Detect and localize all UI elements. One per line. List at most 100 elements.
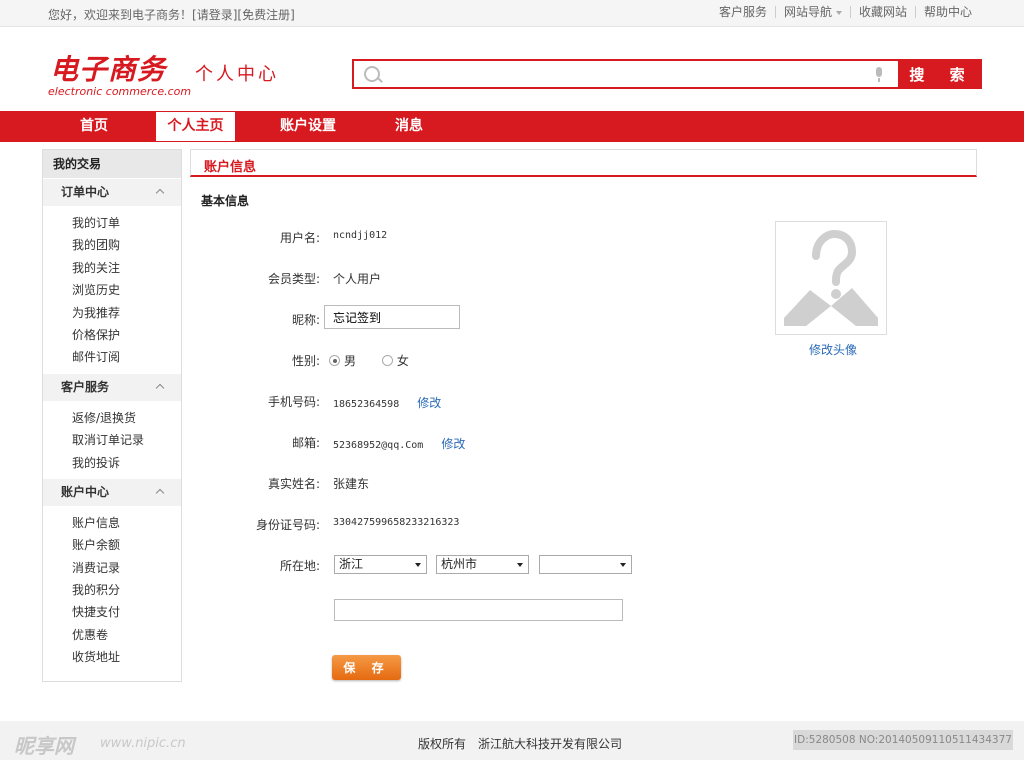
logo-subtitle: electronic commerce.com xyxy=(48,85,192,98)
field-label: 所在地: xyxy=(279,559,320,573)
avatar[interactable] xyxy=(775,221,887,335)
login-link[interactable]: [请登录] xyxy=(192,8,237,22)
sidebar-item-complaints[interactable]: 我的投诉 xyxy=(43,452,181,474)
field-username: 用户名: ncndjj012 xyxy=(190,225,790,249)
field-label: 真实姓名: xyxy=(267,477,320,491)
sidebar-group-service: 客户服务 返修/退换货 取消订单记录 我的投诉 xyxy=(43,373,181,478)
field-phone: 手机号码: 18652364598 修改 xyxy=(190,389,790,413)
chevron-up-icon[interactable] xyxy=(155,488,165,498)
sidebar-group-label: 订单中心 xyxy=(61,185,110,199)
sidebar-item-returns[interactable]: 返修/退换货 xyxy=(43,407,181,429)
microphone-icon[interactable] xyxy=(876,67,882,82)
sidebar: 我的交易 订单中心 我的订单 我的团购 我的关注 浏览历史 为我推荐 价格保护 … xyxy=(42,149,182,682)
sidebar-item-addresses[interactable]: 收货地址 xyxy=(43,646,181,668)
welcome-message: 您好，欢迎来到电子商务！ xyxy=(48,8,193,22)
watermark-url: www.nipic.cn xyxy=(100,736,186,751)
field-gender: 性别: 男 女 xyxy=(190,348,790,372)
panel-title: 账户信息 xyxy=(204,160,257,175)
nickname-input[interactable] xyxy=(324,305,460,329)
field-nickname: 昵称: xyxy=(190,307,790,331)
sidebar-item-following[interactable]: 我的关注 xyxy=(43,257,181,279)
field-member-type: 会员类型: 个人用户 xyxy=(190,266,790,290)
section-title: 基本信息 xyxy=(201,194,250,208)
gender-male-label: 男 xyxy=(344,354,357,368)
nav-item-personal-home[interactable]: 个人主页 xyxy=(156,112,235,141)
address-input[interactable] xyxy=(334,599,623,621)
change-avatar-link[interactable]: 修改头像 xyxy=(809,341,857,358)
sidebar-item-history[interactable]: 浏览历史 xyxy=(43,279,181,301)
watermark-brand: 昵享网 xyxy=(14,734,74,758)
province-select[interactable]: 浙江 xyxy=(334,555,427,574)
sidebar-group-account: 账户中心 账户信息 账户余额 消费记录 我的积分 快捷支付 优惠卷 收货地址 xyxy=(43,478,181,673)
field-real-name: 真实姓名: 张建东 xyxy=(190,471,790,495)
search-bar: 搜 索 xyxy=(352,59,982,89)
register-link[interactable]: [免费注册] xyxy=(237,8,294,22)
sidebar-item-mail-subscribe[interactable]: 邮件订阅 xyxy=(43,346,181,368)
phone-number: 18652364598 xyxy=(333,399,400,410)
radio-checked-icon[interactable] xyxy=(329,355,340,366)
chevron-up-icon[interactable] xyxy=(155,383,165,392)
top-link-customer-service[interactable]: 客户服务 xyxy=(711,6,775,18)
field-label: 用户名: xyxy=(279,231,320,245)
search-button[interactable]: 搜 索 xyxy=(898,59,982,89)
sidebar-item-price-protect[interactable]: 价格保护 xyxy=(43,324,181,346)
radio-unchecked-icon[interactable] xyxy=(381,355,393,366)
sidebar-item-spending[interactable]: 消费记录 xyxy=(43,557,181,579)
chevron-up-icon[interactable] xyxy=(155,188,165,198)
sidebar-title: 我的交易 xyxy=(43,150,181,178)
sidebar-group-orders: 订单中心 我的订单 我的团购 我的关注 浏览历史 为我推荐 价格保护 邮件订阅 xyxy=(43,179,181,373)
sidebar-item-my-orders[interactable]: 我的订单 xyxy=(43,212,181,234)
sidebar-item-account-info[interactable]: 账户信息 xyxy=(43,512,181,534)
top-link-favorites[interactable]: 收藏网站 xyxy=(849,6,915,18)
email-edit-link[interactable]: 修改 xyxy=(441,437,465,451)
sidebar-item-coupons[interactable]: 优惠卷 xyxy=(43,624,181,646)
sidebar-item-balance[interactable]: 账户余额 xyxy=(43,534,181,556)
save-button[interactable]: 保 存 xyxy=(332,655,401,680)
page-title: 个人中心 xyxy=(195,64,279,85)
sidebar-group-title[interactable]: 客户服务 xyxy=(43,373,181,401)
field-email: 邮箱: 52368952@qq.Com 修改 xyxy=(190,430,790,454)
member-type-value: 个人用户 xyxy=(333,272,382,286)
city-value: 杭州市 xyxy=(441,557,478,571)
top-link-help[interactable]: 帮助中心 xyxy=(914,6,980,18)
gender-options: 男 女 xyxy=(329,352,409,369)
copyright-text: 版权所有 浙江航大科技开发有限公司 xyxy=(418,737,623,751)
sidebar-item-quick-pay[interactable]: 快捷支付 xyxy=(43,601,181,623)
sidebar-item-points[interactable]: 我的积分 xyxy=(43,579,181,601)
gender-male-option[interactable]: 男 xyxy=(329,354,356,368)
sidebar-group-label: 账户中心 xyxy=(61,484,110,499)
email-value: 52368952@qq.Com 修改 xyxy=(333,435,465,452)
sidebar-item-group-buy[interactable]: 我的团购 xyxy=(43,234,181,256)
real-name-value: 张建东 xyxy=(333,477,370,491)
username-value: ncndjj012 xyxy=(333,230,388,241)
avatar-placeholder-icon xyxy=(784,229,878,326)
watermark-id: ID:5280508 NO:20140509110511434377 xyxy=(793,730,1013,750)
nav-item-account-settings[interactable]: 账户设置 xyxy=(268,111,348,142)
nav-item-messages[interactable]: 消息 xyxy=(380,111,438,142)
sidebar-item-cancelled-orders[interactable]: 取消订单记录 xyxy=(43,429,181,451)
chevron-down-icon xyxy=(835,10,842,15)
welcome-text: 您好，欢迎来到电子商务！[请登录][免费注册] xyxy=(48,6,295,23)
province-value: 浙江 xyxy=(339,557,364,571)
district-select[interactable] xyxy=(539,555,632,574)
field-label: 身份证号码: xyxy=(255,518,320,532)
gender-female-option[interactable]: 女 xyxy=(381,354,409,368)
field-label: 手机号码: xyxy=(267,395,320,409)
id-card-value: 330427599658233216323 xyxy=(333,517,460,528)
search-input[interactable] xyxy=(388,64,872,86)
nav-item-home[interactable]: 首页 xyxy=(60,111,128,142)
field-label: 会员类型: xyxy=(267,272,320,286)
logo[interactable]: 电子商务 xyxy=(50,48,166,88)
city-select[interactable]: 杭州市 xyxy=(436,555,529,574)
panel-header: 账户信息 xyxy=(190,149,977,177)
chevron-down-icon xyxy=(415,563,421,567)
field-id-card: 身份证号码: 330427599658233216323 xyxy=(190,512,790,536)
phone-edit-link[interactable]: 修改 xyxy=(417,396,441,410)
sidebar-group-title[interactable]: 账户中心 xyxy=(43,478,181,506)
chevron-down-icon xyxy=(620,563,626,567)
field-label: 性别: xyxy=(291,354,320,368)
sidebar-group-title[interactable]: 订单中心 xyxy=(43,179,181,206)
sidebar-item-recommend[interactable]: 为我推荐 xyxy=(43,302,181,324)
top-link-site-nav[interactable]: 网站导航 xyxy=(774,6,850,18)
search-icon xyxy=(364,66,380,82)
